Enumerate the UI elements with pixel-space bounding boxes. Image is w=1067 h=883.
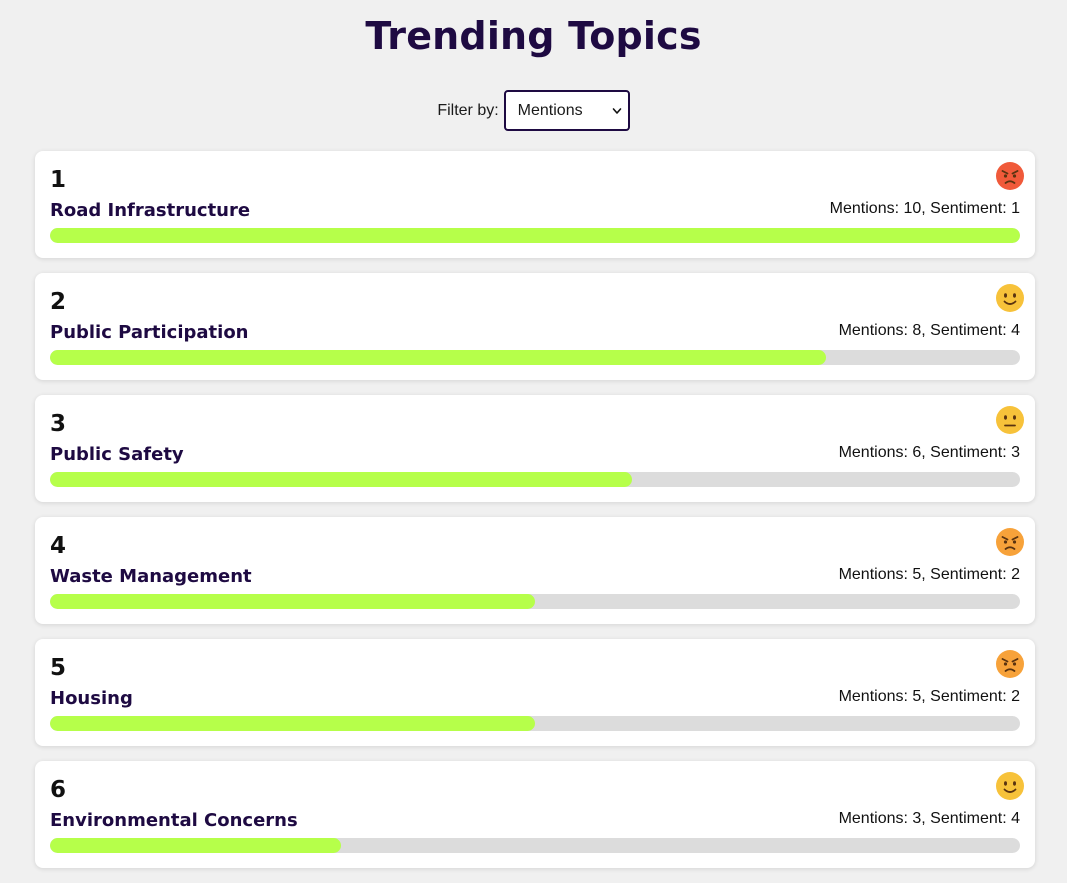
topic-stats: Mentions: 8, Sentiment: 4 [838,322,1020,339]
topic-stats: Mentions: 3, Sentiment: 4 [838,810,1020,827]
topic-name: Public Participation [50,322,249,343]
mentions-bar [50,228,1020,243]
mentions-bar-fill [50,716,535,731]
page-title: Trending Topics [365,14,702,58]
topic-list: 1 Road Infrastructure Mentions: 10, Sent… [35,151,1035,883]
topic-rank: 6 [50,777,67,803]
neutral-face-icon [996,406,1024,434]
mentions-bar [50,716,1020,731]
mentions-bar-fill [50,228,1020,243]
mentions-bar-fill [50,838,341,853]
topic-name: Waste Management [50,566,252,587]
topic-rank: 5 [50,655,67,681]
filter-selected-value: Mentions [517,101,583,119]
mentions-bar [50,594,1020,609]
topic-card: 4 Waste Management Mentions: 5, Sentimen… [35,517,1035,624]
topic-rank: 4 [50,533,67,559]
mentions-bar-fill [50,350,826,365]
filter-bar: Filter by: Mentions [0,90,1067,131]
topic-name: Road Infrastructure [50,200,251,221]
topic-card: 6 Environmental Concerns Mentions: 3, Se… [35,761,1035,868]
mentions-bar [50,350,1020,365]
pouting-face-icon [996,650,1024,678]
topic-rank: 3 [50,411,67,437]
filter-label: Filter by: [437,101,499,119]
pouting-face-icon [996,528,1024,556]
topic-name: Environmental Concerns [50,810,298,831]
topic-stats: Mentions: 10, Sentiment: 1 [829,200,1020,217]
chevron-down-icon [612,107,621,114]
topic-name: Public Safety [50,444,184,465]
topic-card: 1 Road Infrastructure Mentions: 10, Sent… [35,151,1035,258]
topic-card: 3 Public Safety Mentions: 6, Sentiment: … [35,395,1035,502]
mentions-bar [50,472,1020,487]
topic-stats: Mentions: 5, Sentiment: 2 [838,566,1020,583]
topic-rank: 1 [50,167,67,193]
slightly-smiling-face-icon [996,284,1024,312]
mentions-bar [50,838,1020,853]
topic-stats: Mentions: 5, Sentiment: 2 [838,688,1020,705]
topic-name: Housing [50,688,133,709]
mentions-bar-fill [50,594,535,609]
filter-select[interactable]: Mentions [503,90,630,131]
topic-card: 5 Housing Mentions: 5, Sentiment: 2 [35,639,1035,746]
topic-rank: 2 [50,289,67,315]
topic-stats: Mentions: 6, Sentiment: 3 [838,444,1020,461]
slightly-smiling-face-icon [996,772,1024,800]
angry-face-icon [996,162,1024,190]
topic-card: 2 Public Participation Mentions: 8, Sent… [35,273,1035,380]
mentions-bar-fill [50,472,632,487]
